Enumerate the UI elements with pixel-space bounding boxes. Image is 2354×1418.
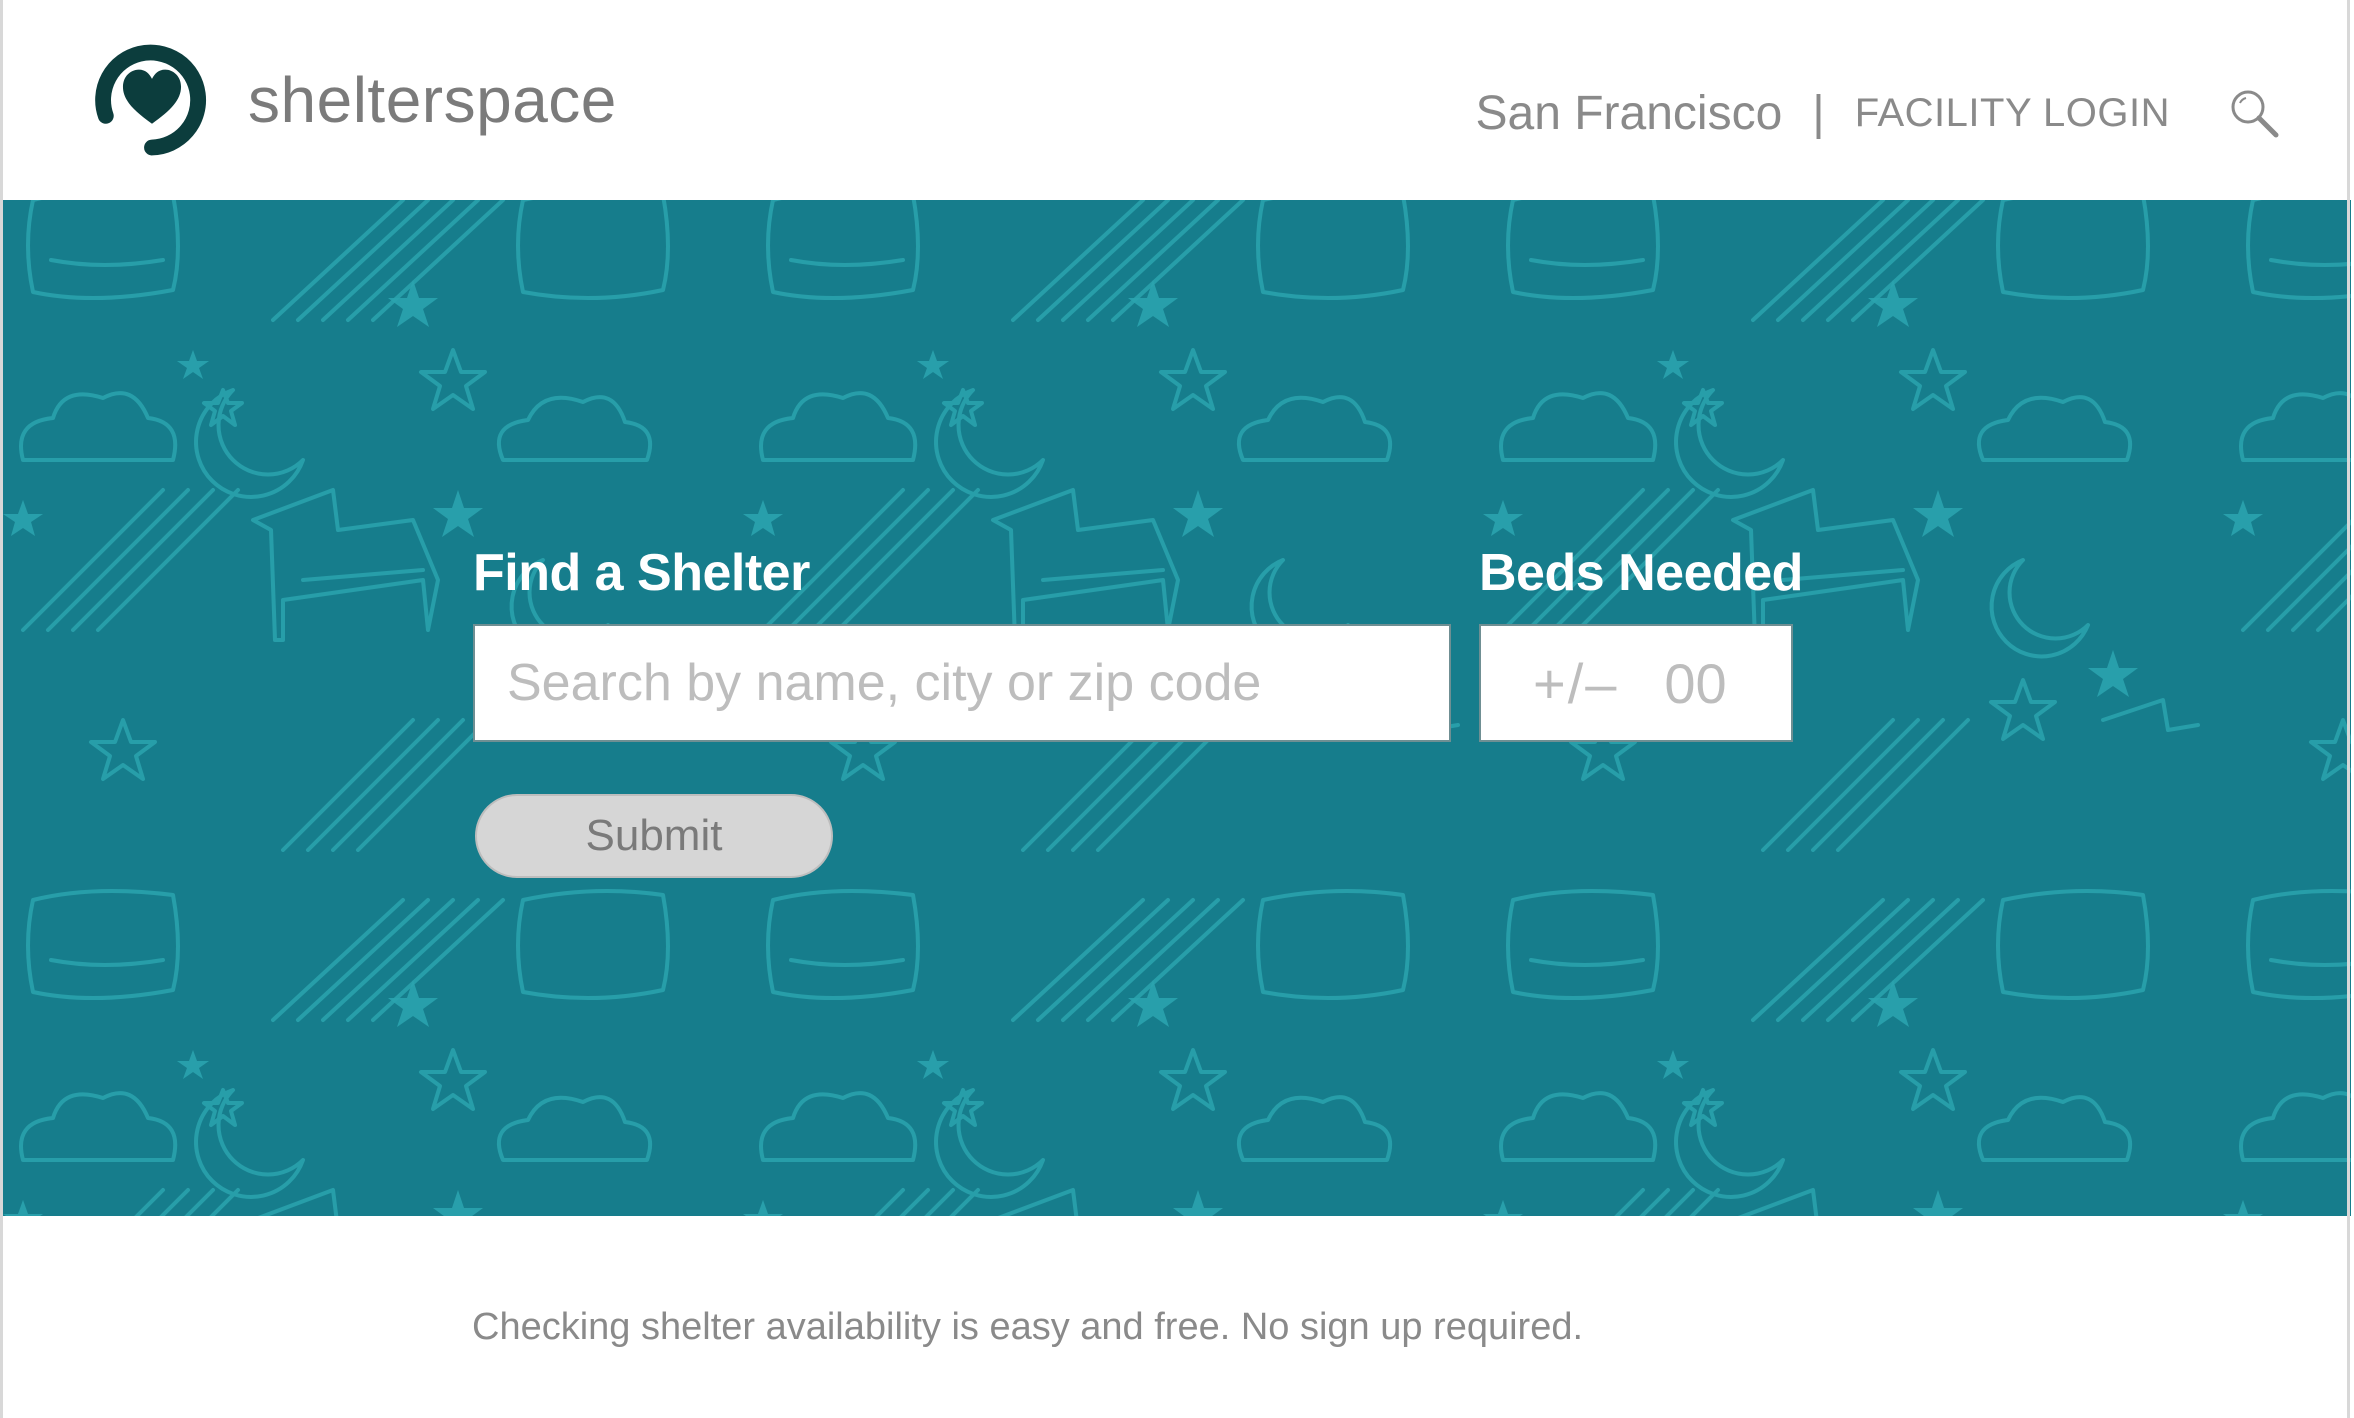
home-logo-link[interactable]: shelterspace <box>86 32 617 168</box>
facility-login-link[interactable]: FACILITY LOGIN <box>1855 91 2170 136</box>
nav-separator: | <box>1812 86 1825 140</box>
shelter-search-input[interactable] <box>473 624 1451 742</box>
beds-stepper[interactable]: +/– <box>1533 651 1618 716</box>
beds-needed-label: Beds Needed <box>1479 544 1803 602</box>
find-shelter-label: Find a Shelter <box>473 544 810 602</box>
top-nav: San Francisco | FACILITY LOGIN <box>1475 78 2282 148</box>
site-header: shelterspace San Francisco | FACILITY LO… <box>0 0 2354 200</box>
heart-logo-icon <box>95 44 207 156</box>
city-selector[interactable]: San Francisco <box>1475 86 1782 141</box>
beds-needed-field: +/– <box>1479 624 1793 742</box>
submit-button[interactable]: Submit <box>475 794 833 878</box>
search-icon[interactable] <box>2226 85 2282 141</box>
brand-name: shelterspace <box>248 64 617 136</box>
tagline-text: Checking shelter availability is easy an… <box>472 1306 1584 1348</box>
hero-search-section: Find a Shelter Beds Needed +/– Submit <box>3 200 2351 1216</box>
beds-count-input[interactable] <box>1662 649 1777 717</box>
